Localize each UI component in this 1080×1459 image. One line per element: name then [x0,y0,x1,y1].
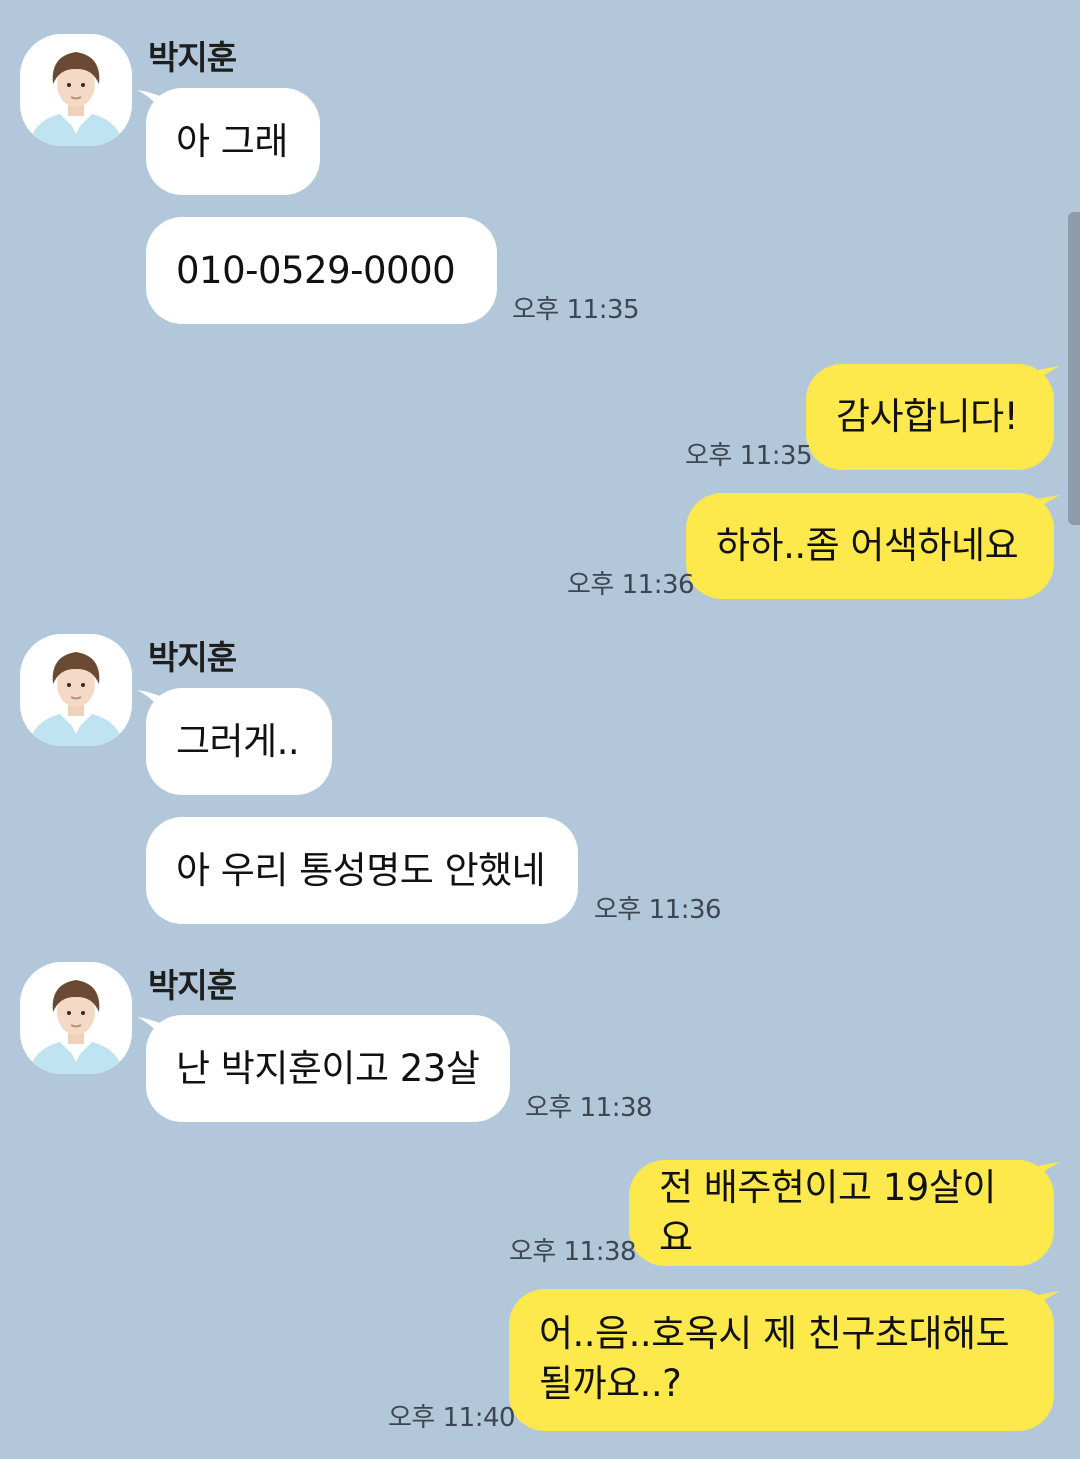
message-text: 전 배주현이고 19살이요 [659,1166,996,1259]
message-timestamp: 오후 11:36 [594,895,722,925]
sender-name: 박지훈 [148,638,237,677]
message-bubble[interactable]: 그러게.. [146,688,332,795]
message-bubble[interactable]: 하하..좀 어색하네요 [686,493,1054,599]
message-timestamp: 오후 11:38 [525,1093,653,1123]
message-bubble[interactable]: 어..음..호옥시 제 친구초대해도 될까요..? [509,1289,1054,1431]
message-text: 감사합니다! [836,395,1019,438]
message-bubble[interactable]: 전 배주현이고 19살이요 [629,1160,1054,1266]
message-bubble[interactable]: 아 우리 통성명도 안했네 [146,817,578,924]
sender-name: 박지훈 [148,966,237,1005]
message-timestamp: 오후 11:35 [512,295,640,325]
message-text: 그러게.. [176,719,300,763]
sender-name: 박지훈 [148,38,237,77]
message-text: 아 우리 통성명도 안했네 [176,848,546,892]
message-timestamp: 오후 11:35 [685,441,813,471]
avatar[interactable] [20,962,132,1074]
message-timestamp: 오후 11:38 [509,1237,637,1267]
message-text: 아 그래 [176,119,288,163]
message-text: 010-0529-0000 [176,248,456,292]
message-text: 난 박지훈이고 23살 [176,1046,480,1090]
avatar[interactable] [20,634,132,746]
scrollbar[interactable] [1068,212,1080,525]
message-bubble[interactable]: 난 박지훈이고 23살 [146,1015,510,1122]
message-bubble[interactable]: 아 그래 [146,88,320,195]
message-text: 어..음..호옥시 제 친구초대해도 될까요..? [539,1312,1010,1405]
message-text: 하하..좀 어색하네요 [716,524,1019,567]
message-bubble[interactable]: 감사합니다! [806,364,1054,470]
message-timestamp: 오후 11:36 [567,570,695,600]
message-timestamp: 오후 11:40 [388,1403,516,1433]
message-bubble[interactable]: 010-0529-0000 [146,217,497,324]
avatar[interactable] [20,34,132,146]
